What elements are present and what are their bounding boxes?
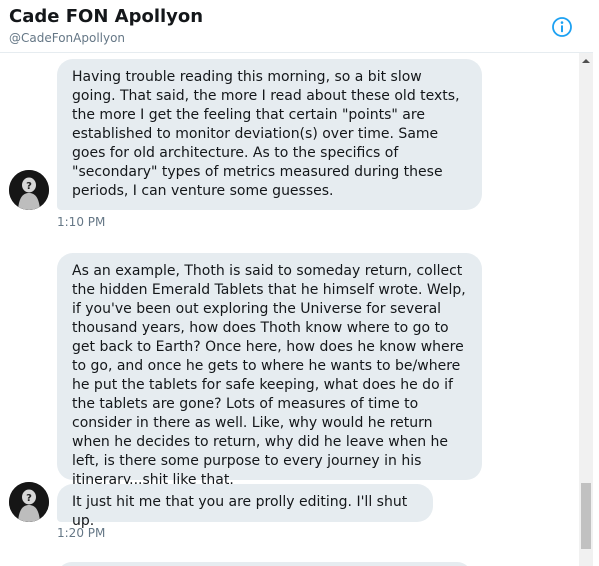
message-text: It just hit me that you are prolly editi… (72, 494, 408, 529)
avatar[interactable]: ? (9, 482, 49, 522)
scroll-up-arrow-icon[interactable] (579, 53, 593, 70)
message-text: Having trouble reading this morning, so … (72, 69, 460, 199)
window-edge (593, 0, 599, 566)
message-text: As an example, Thoth is said to someday … (72, 263, 466, 488)
conversation-title[interactable]: Cade FON Apollyon (9, 6, 203, 27)
info-icon[interactable] (551, 16, 573, 38)
svg-text:?: ? (26, 493, 32, 504)
message-bubble[interactable]: Having trouble reading this morning, so … (57, 59, 482, 210)
svg-text:?: ? (26, 181, 32, 192)
message-bubble[interactable]: As an example, Thoth is said to someday … (57, 253, 482, 488)
message-bubble-partial[interactable] (57, 562, 472, 566)
message-timestamp: 1:10 PM (57, 215, 106, 229)
message-timestamp: 1:20 PM (57, 526, 106, 540)
user-handle[interactable]: @CadeFonApollyon (9, 31, 125, 45)
conversation-header: Cade FON Apollyon @CadeFonApollyon (0, 0, 593, 53)
avatar[interactable]: ? (9, 170, 49, 210)
scrollbar-thumb[interactable] (581, 483, 591, 549)
scrollbar[interactable] (579, 53, 593, 566)
message-bubble[interactable]: It just hit me that you are prolly editi… (57, 484, 433, 529)
message-list[interactable]: Having trouble reading this morning, so … (0, 53, 579, 566)
